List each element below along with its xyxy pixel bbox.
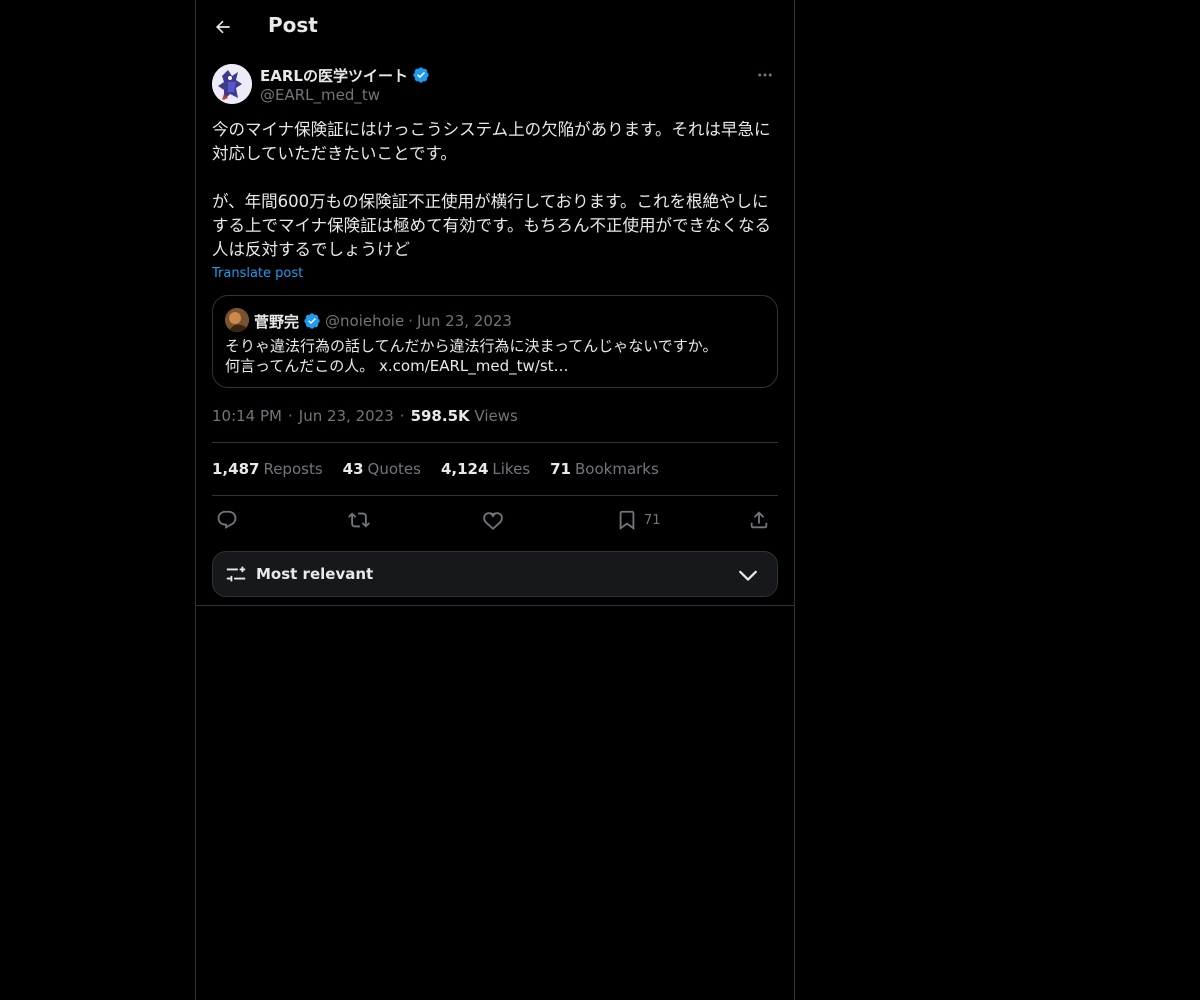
quotes-count: 43 [342,460,364,478]
divider [212,495,778,496]
post-author: EARLの医学ツイート @EARL_med_tw [212,64,778,108]
like-button[interactable] [482,508,504,532]
reposts-stat[interactable]: 1,487 Reposts [212,460,323,478]
repost-icon [348,512,370,528]
post-date[interactable]: Jun 23, 2023 [299,407,394,425]
post-stats: 1,487 Reposts 43 Quotes 4,124 Likes 71 Bookm… [212,460,659,478]
bookmark-icon [619,510,635,531]
verified-badge-icon [413,67,429,83]
chevron-down-icon [739,570,757,581]
reposts-count: 1,487 [212,460,260,478]
more-options-button[interactable] [752,64,778,86]
reply-button[interactable] [216,508,238,532]
sort-label: Most relevant [256,565,374,583]
avatar-image [212,64,252,104]
arrow-left-icon [216,20,230,34]
bookmarks-label: Bookmarks [575,460,659,478]
translate-post-link[interactable]: Translate post [212,266,303,281]
reposts-label: Reposts [263,460,323,478]
views-count: 598.5K [410,407,470,425]
quote-text: そりゃ違法行為の話してんだから違法行為に決まってんじゃないですか。 何言ってんだ… [225,336,765,376]
post-paragraph: 今のマイナ保険証にはけっこうシステム上の欠陥があります。それは早急に対応していた… [212,120,771,163]
author-handle[interactable]: @EARL_med_tw [260,86,380,104]
verified-badge-icon [304,313,320,329]
back-button[interactable] [210,14,236,40]
page-title: Post [268,13,318,37]
separator: · [287,407,293,425]
likes-label: Likes [492,460,531,478]
quote-line: 何言ってんだこの人。 x.com/EARL_med_tw/st… [225,357,569,375]
main-column: Post EARLの医学ツイート @EARL_med_tw 今のマイナ保険証には… [195,0,795,1000]
quoted-post[interactable]: 菅野完 @noiehoie · Jun 23, 2023 そりゃ違法行為の話して… [212,295,778,388]
bookmarks-count: 71 [550,460,571,478]
author-name[interactable]: EARLの医学ツイート [260,65,408,86]
divider [196,605,794,606]
repost-button[interactable] [348,508,370,532]
sort-replies-dropdown[interactable]: Most relevant [212,551,778,597]
quote-line: そりゃ違法行為の話してんだから違法行為に決まってんじゃないですか。 [225,337,718,355]
share-button[interactable] [748,508,770,532]
avatar[interactable] [212,64,252,104]
post-text: 今のマイナ保険証にはけっこうシステム上の欠陥があります。それは早急に対応していた… [212,118,778,262]
likes-count: 4,124 [440,460,489,478]
views-label: Views [474,407,518,425]
quote-author-name: 菅野完 [254,312,300,331]
quote-handle: @noiehoie [325,312,405,330]
quotes-stat[interactable]: 43 Quotes [343,460,421,478]
quote-avatar-image [225,308,249,332]
post-time[interactable]: 10:14 PM [212,407,282,425]
post-paragraph: が、年間600万もの保険証不正使用が横行しております。これを根絶やしにする上でマ… [212,192,772,259]
action-bar: 71 [212,504,778,536]
bookmark-button[interactable]: 71 [616,508,661,532]
more-icon [758,73,772,77]
separator: · [399,407,405,425]
divider [212,442,778,443]
quote-date: Jun 23, 2023 [416,312,512,330]
bookmark-count: 71 [644,512,661,528]
bookmarks-stat[interactable]: 71 Bookmarks [550,460,659,478]
heart-icon [483,512,503,530]
separator: · [408,312,413,330]
post-header: Post [196,0,794,55]
quotes-label: Quotes [367,460,421,478]
reply-icon [217,510,237,529]
quote-avatar [225,308,249,332]
quote-header: 菅野完 @noiehoie · Jun 23, 2023 [254,310,512,332]
author-name-row: EARLの医学ツイート [260,64,430,86]
sliders-icon [226,566,246,582]
likes-stat[interactable]: 4,124 Likes [441,460,530,478]
post-meta: 10:14 PM · Jun 23, 2023 · 598.5K Views [212,407,518,425]
share-icon [750,511,768,529]
